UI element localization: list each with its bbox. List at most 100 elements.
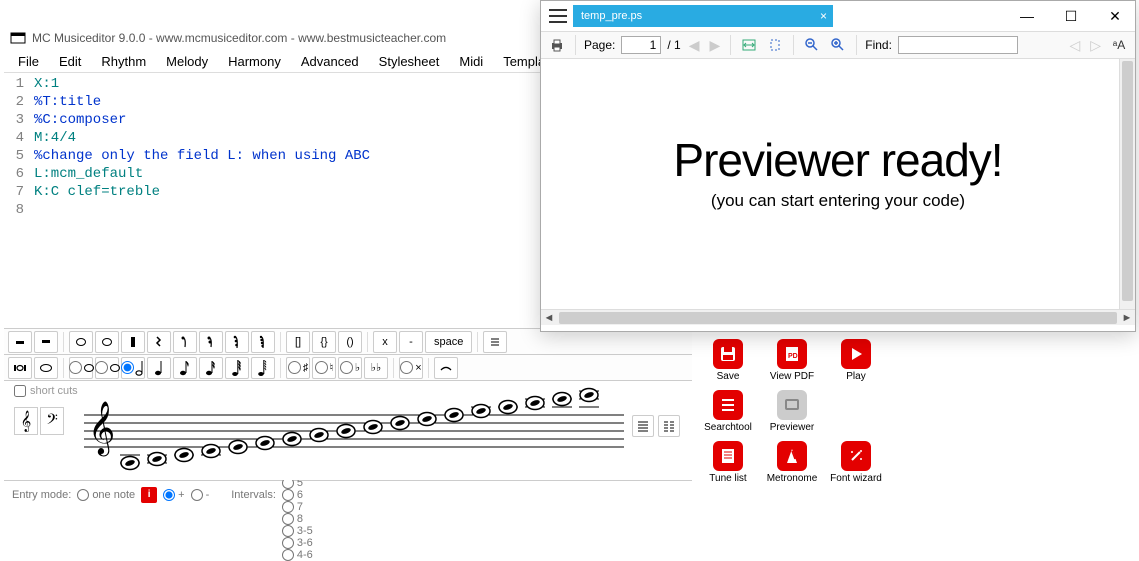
menu-melody[interactable]: Melody (158, 52, 216, 71)
menu-stylesheet[interactable]: Stylesheet (371, 52, 448, 71)
shortcuts-check[interactable] (14, 385, 26, 397)
list-button[interactable] (483, 331, 507, 353)
zoom-out-icon[interactable] (802, 35, 822, 55)
bracket-round-button[interactable]: () (338, 331, 362, 353)
menu-edit[interactable]: Edit (51, 52, 89, 71)
info-button[interactable]: i (141, 487, 157, 503)
space-button[interactable]: space (425, 331, 472, 353)
zoom-in-icon[interactable] (828, 35, 848, 55)
interval-8-radio[interactable]: 8 (282, 513, 313, 525)
find-label: Find: (865, 38, 892, 52)
previewer-button[interactable]: Previewer (762, 390, 822, 433)
view-pdf-button[interactable]: PDFView PDF (762, 339, 822, 382)
print-icon[interactable] (547, 35, 567, 55)
rest-6-button[interactable] (199, 331, 223, 353)
find-prev-icon[interactable]: ◁ (1067, 37, 1082, 54)
previewer-window: temp_pre.ps × — ☐ ✕ Page: / 1 ◀ ▶ Find: … (540, 0, 1136, 332)
previewer-titlebar[interactable]: temp_pre.ps × — ☐ ✕ (541, 1, 1135, 31)
breve-button[interactable] (8, 357, 32, 379)
page-label: Page: (584, 38, 615, 52)
bracket-curly-button[interactable]: {} (312, 331, 336, 353)
close-button[interactable]: ✕ (1103, 8, 1127, 25)
line-gutter: 12345678 (4, 73, 30, 328)
flat-button[interactable]: ♭ (338, 357, 362, 379)
page-prev-icon[interactable]: ◀ (687, 37, 702, 54)
hamburger-icon[interactable] (549, 9, 567, 23)
page-next-icon[interactable]: ▶ (707, 37, 722, 54)
plus-radio[interactable]: + (163, 489, 184, 501)
menu-rhythm[interactable]: Rhythm (93, 52, 154, 71)
rest-1-button[interactable] (69, 331, 93, 353)
rest-3-button[interactable] (121, 331, 145, 353)
bass-clef-button[interactable]: 𝄢 (40, 407, 64, 435)
interval-4-6-radio[interactable]: 4-6 (282, 549, 313, 561)
note-dur-8-button[interactable] (251, 357, 275, 379)
text-size-icon[interactable]: ᵃA (1109, 35, 1129, 55)
rest-8-button[interactable] (251, 331, 275, 353)
note-dur-6-button[interactable] (199, 357, 223, 379)
tune-list-button[interactable]: Tune list (698, 441, 758, 484)
wand-icon (841, 441, 871, 471)
svg-text:PDF: PDF (788, 353, 801, 360)
file-tab[interactable]: temp_pre.ps × (573, 5, 833, 27)
minus-radio[interactable]: - (191, 489, 210, 501)
natural-button[interactable]: ♮ (312, 357, 336, 379)
double-flat-button[interactable]: ♭♭ (364, 357, 388, 379)
minimize-button[interactable]: — (1015, 8, 1039, 25)
note-dur-4-button[interactable] (147, 357, 171, 379)
page-input[interactable] (621, 36, 661, 54)
fit-width-icon[interactable] (739, 35, 759, 55)
double-sharp-button[interactable]: × (399, 357, 423, 379)
rest-whole-button[interactable] (8, 331, 32, 353)
note-dur-1-button[interactable] (69, 357, 93, 379)
find-next-icon[interactable]: ▷ (1088, 37, 1103, 54)
menu-midi[interactable]: Midi (451, 52, 491, 71)
staff-display[interactable]: 𝄞 (84, 387, 624, 473)
one-note-radio[interactable]: one note (77, 489, 135, 501)
rest-7-button[interactable] (225, 331, 249, 353)
interval-3-5-radio[interactable]: 3-5 (282, 525, 313, 537)
treble-clef-button[interactable]: 𝄞 (14, 407, 38, 435)
sharp-button[interactable]: ♯ (286, 357, 310, 379)
find-input[interactable] (898, 36, 1018, 54)
menu-file[interactable]: File (10, 52, 47, 71)
metronome-button[interactable]: Metronome (762, 441, 822, 484)
note-dur-2-button[interactable] (95, 357, 119, 379)
searchtool-button[interactable]: Searchtool (698, 390, 758, 433)
note-dur-3-button[interactable] (121, 357, 145, 379)
interval-7-radio[interactable]: 7 (282, 501, 313, 513)
x-button[interactable]: x (373, 331, 397, 353)
scroll-right-icon[interactable]: ► (1119, 312, 1135, 324)
rest-5-button[interactable] (173, 331, 197, 353)
shortcuts-checkbox[interactable]: short cuts (14, 385, 78, 397)
tie-button[interactable] (434, 357, 458, 379)
app-icon (10, 30, 26, 46)
interval-3-6-radio[interactable]: 3-6 (282, 537, 313, 549)
scrollbar-horizontal[interactable]: ◄ ► (541, 309, 1135, 325)
staff-opt2-button[interactable] (658, 415, 680, 437)
note-dur-7-button[interactable] (225, 357, 249, 379)
tab-close-icon[interactable]: × (820, 9, 827, 23)
preview-canvas[interactable]: Previewer ready! (you can start entering… (541, 59, 1135, 309)
previewer-toolbar: Page: / 1 ◀ ▶ Find: ◁ ▷ ᵃA (541, 31, 1135, 59)
whole-note-button[interactable] (34, 357, 58, 379)
save-button[interactable]: Save (698, 339, 758, 382)
scroll-left-icon[interactable]: ◄ (541, 312, 557, 324)
scrollbar-vertical[interactable] (1119, 59, 1135, 309)
fit-page-icon[interactable] (765, 35, 785, 55)
staff-opt1-button[interactable] (632, 415, 654, 437)
play-icon (841, 339, 871, 369)
menu-harmony[interactable]: Harmony (220, 52, 289, 71)
toolbar-notes: ♯ ♮ ♭ ♭♭ × (4, 354, 692, 380)
bracket-square-button[interactable]: [] (286, 331, 310, 353)
dash-button[interactable]: - (399, 331, 423, 353)
play-button[interactable]: Play (826, 339, 886, 382)
maximize-button[interactable]: ☐ (1059, 8, 1083, 25)
menu-advanced[interactable]: Advanced (293, 52, 367, 71)
note-dur-5-button[interactable] (173, 357, 197, 379)
rest-half-button[interactable] (34, 331, 58, 353)
interval-6-radio[interactable]: 6 (282, 489, 313, 501)
rest-4-button[interactable] (147, 331, 171, 353)
rest-2-button[interactable] (95, 331, 119, 353)
font-wizard-button[interactable]: Font wizard (826, 441, 886, 484)
